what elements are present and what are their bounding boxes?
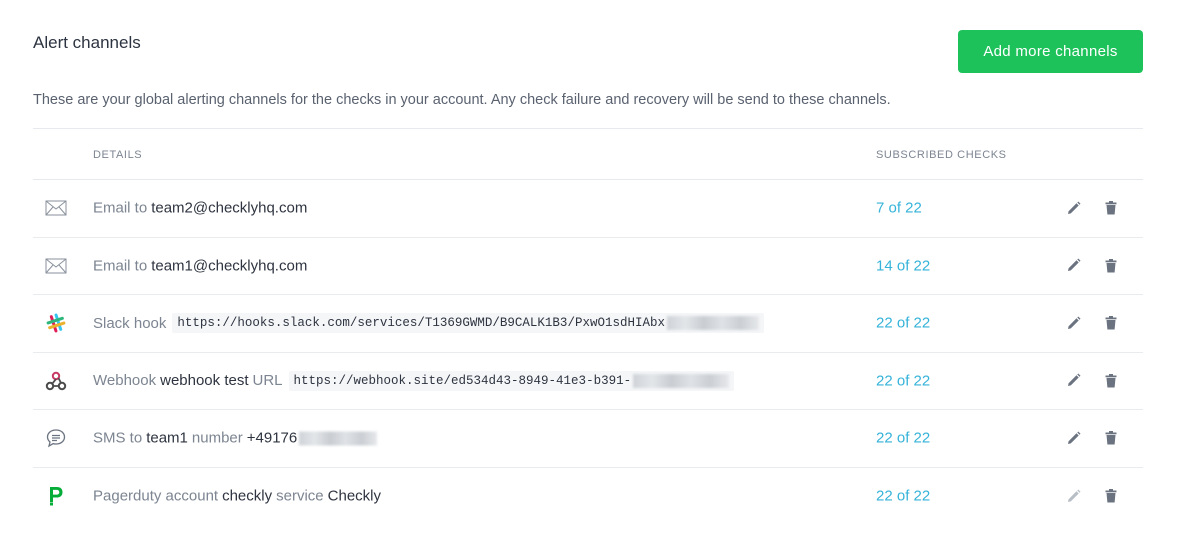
channel-details: Webhook webhook test URL https://webhook…: [93, 370, 735, 391]
table-row: Slack hook https://hooks.slack.com/servi…: [33, 295, 1143, 353]
add-more-channels-button[interactable]: Add more channels: [958, 30, 1143, 73]
trash-icon[interactable]: [1102, 314, 1120, 332]
slack-icon: [45, 312, 67, 334]
redacted-text: [633, 373, 730, 388]
pagerduty-account: checkly: [222, 487, 273, 505]
table-row: Email to team2@checklyhq.com 7 of 22: [33, 180, 1143, 238]
table-row: Email to team1@checklyhq.com 14 of 22: [33, 238, 1143, 295]
channel-details: Pagerduty account checkly service Checkl…: [93, 488, 381, 505]
channel-target: team2@checklyhq.com: [151, 199, 308, 217]
channel-type: Webhook: [93, 372, 157, 390]
redacted-text: [666, 316, 759, 331]
subscribed-checks-link[interactable]: 22 of 22: [876, 430, 930, 447]
channel-type: Pagerduty account: [93, 487, 219, 505]
table-row: Webhook webhook test URL https://webhook…: [33, 353, 1143, 410]
edit-icon[interactable]: [1064, 257, 1082, 275]
edit-icon[interactable]: [1064, 199, 1082, 217]
table-header: DETAILS SUBSCRIBED CHECKS: [33, 128, 1143, 180]
subscribed-checks-link[interactable]: 22 of 22: [876, 372, 930, 389]
channel-type: SMS to: [93, 429, 143, 447]
channel-target: team1@checklyhq.com: [151, 257, 308, 275]
table-row: Pagerduty account checkly service Checkl…: [33, 468, 1143, 526]
redacted-text: [299, 431, 378, 446]
page-title: Alert channels: [33, 33, 141, 52]
sms-icon: [45, 427, 67, 449]
channel-details: Slack hook https://hooks.slack.com/servi…: [93, 313, 764, 334]
subscribed-checks-link[interactable]: 22 of 22: [876, 315, 930, 332]
webhook-url: https://webhook.site/ed534d43-8949-41e3-…: [288, 370, 735, 391]
slack-hook-url-text: https://hooks.slack.com/services/T1369GW…: [177, 316, 665, 331]
subscribed-checks-link[interactable]: 22 of 22: [876, 488, 930, 505]
edit-icon[interactable]: [1064, 429, 1082, 447]
channel-type: Email to: [93, 257, 148, 275]
subscribed-checks-link[interactable]: 7 of 22: [876, 200, 922, 217]
webhook-name: webhook test: [160, 372, 249, 390]
column-header-subscribed-checks: SUBSCRIBED CHECKS: [876, 149, 1007, 161]
column-header-details: DETAILS: [93, 149, 143, 161]
channel-details: Email to team2@checklyhq.com: [93, 200, 307, 217]
channel-type: Slack hook: [93, 314, 167, 332]
number-label: number: [191, 429, 243, 447]
channel-details: Email to team1@checklyhq.com: [93, 257, 307, 274]
channel-details: SMS to team1 number +49176: [93, 429, 378, 447]
envelope-icon: [45, 197, 67, 219]
channel-target: team1: [146, 429, 188, 447]
pagerduty-service: Checkly: [327, 487, 381, 505]
envelope-icon: [45, 255, 67, 277]
trash-icon[interactable]: [1102, 257, 1120, 275]
channel-type: Email to: [93, 199, 148, 217]
trash-icon[interactable]: [1102, 372, 1120, 390]
webhook-url-text: https://webhook.site/ed534d43-8949-41e3-…: [293, 373, 632, 388]
page-description: These are your global alerting channels …: [33, 92, 891, 108]
edit-icon[interactable]: [1064, 314, 1082, 332]
edit-icon[interactable]: [1064, 487, 1082, 505]
service-label: service: [276, 487, 324, 505]
slack-hook-url: https://hooks.slack.com/services/T1369GW…: [172, 313, 764, 334]
trash-icon[interactable]: [1102, 487, 1120, 505]
edit-icon[interactable]: [1064, 372, 1082, 390]
trash-icon[interactable]: [1102, 199, 1120, 217]
subscribed-checks-link[interactable]: 14 of 22: [876, 257, 930, 274]
url-label: URL: [252, 372, 283, 390]
table-row: SMS to team1 number +49176 22 of 22: [33, 410, 1143, 468]
alert-channels-table: DETAILS SUBSCRIBED CHECKS Email to team2…: [33, 128, 1143, 525]
webhook-icon: [45, 370, 67, 392]
pagerduty-icon: [45, 485, 67, 507]
trash-icon[interactable]: [1102, 429, 1120, 447]
phone-number: +49176: [246, 429, 298, 447]
